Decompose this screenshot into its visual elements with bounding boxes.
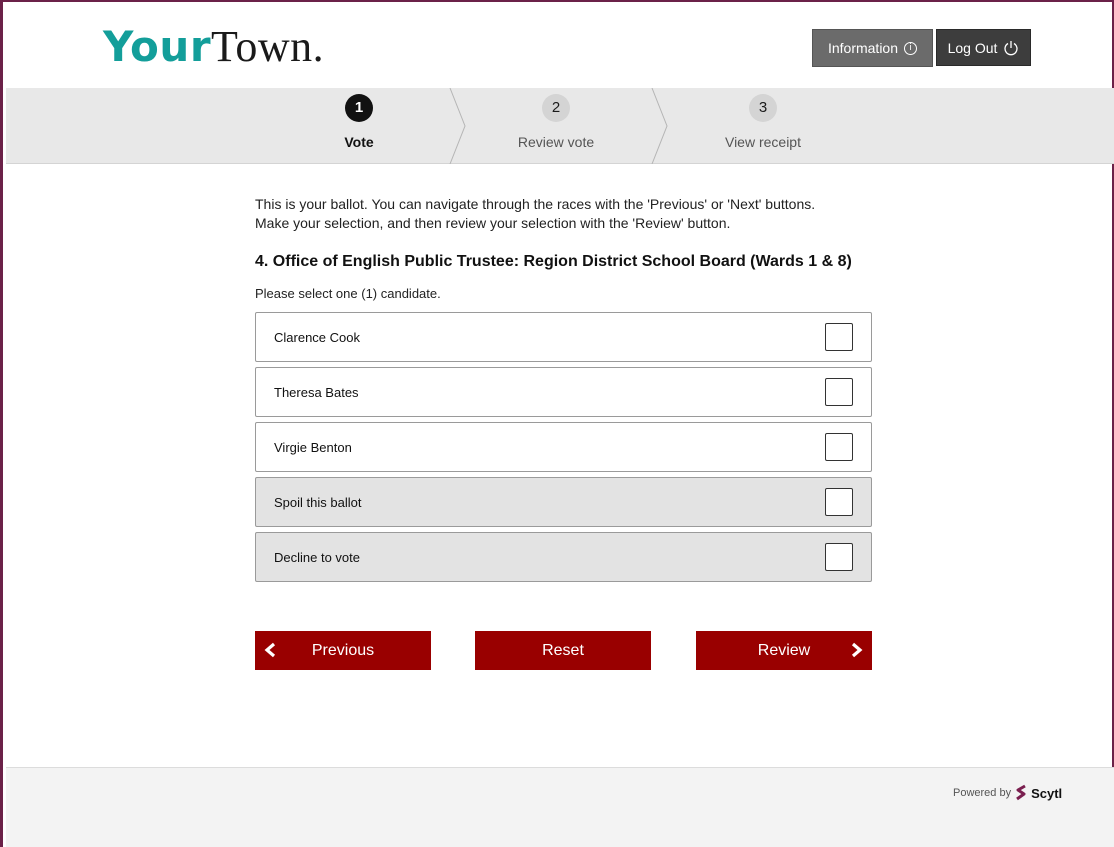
spoil-ballot-option[interactable]: Spoil this ballot: [255, 477, 872, 527]
information-button[interactable]: Information i: [812, 29, 933, 67]
step-divider-icon: [449, 88, 466, 164]
progress-stepper: 1 Vote 2 Review vote 3 View receipt: [6, 88, 1114, 164]
candidate-checkbox[interactable]: [825, 433, 853, 461]
yourtown-logo: YourTown.: [103, 22, 324, 72]
selection-instruction: Please select one (1) candidate.: [255, 286, 441, 301]
candidate-name: Theresa Bates: [274, 384, 359, 400]
candidate-option[interactable]: Clarence Cook: [255, 312, 872, 362]
candidate-checkbox[interactable]: [825, 323, 853, 351]
race-title: 4. Office of English Public Trustee: Reg…: [255, 253, 852, 270]
page-frame: YourTown. Information i Log Out 1 Vote 2…: [0, 0, 1114, 847]
step-vote: 1 Vote: [269, 94, 449, 150]
logout-label: Log Out: [947, 39, 998, 56]
reset-label: Reset: [542, 641, 584, 659]
powered-by-label: Powered by: [953, 787, 1012, 799]
review-button[interactable]: Review: [696, 631, 872, 670]
previous-button[interactable]: Previous: [255, 631, 431, 670]
info-circle-icon: i: [904, 41, 918, 55]
intro-line: This is your ballot. You can navigate th…: [255, 196, 816, 212]
ballot-intro: This is your ballot. You can navigate th…: [255, 195, 895, 233]
logo-your-text: Your: [103, 22, 212, 71]
candidate-name: Clarence Cook: [274, 329, 360, 345]
logo-town-text: Town.: [211, 22, 325, 71]
step-label: View receipt: [724, 134, 801, 150]
step-number: 1: [345, 94, 373, 122]
step-label: Review vote: [517, 134, 595, 150]
decline-to-vote-option[interactable]: Decline to vote: [255, 532, 872, 582]
candidate-checkbox[interactable]: [825, 378, 853, 406]
candidate-option[interactable]: Virgie Benton: [255, 422, 872, 472]
step-divider-icon: [651, 88, 668, 164]
step-review-vote: 2 Review vote: [466, 94, 646, 150]
header: YourTown. Information i Log Out: [3, 2, 1113, 88]
step-label: Vote: [344, 134, 374, 150]
chevron-left-icon: [264, 642, 276, 658]
intro-line: Make your selection, and then review you…: [255, 215, 731, 231]
scytl-logo-icon: [1016, 784, 1026, 801]
information-label: Information: [827, 40, 899, 56]
previous-label: Previous: [311, 641, 375, 659]
decline-to-vote-checkbox[interactable]: [825, 543, 853, 571]
step-number: 2: [542, 94, 570, 122]
candidate-name: Virgie Benton: [274, 439, 352, 455]
footer: Powered by Scytl: [6, 767, 1114, 847]
reset-button[interactable]: Reset: [475, 631, 651, 670]
option-name: Decline to vote: [274, 549, 360, 565]
spoil-ballot-checkbox[interactable]: [825, 488, 853, 516]
powered-by: Powered by Scytl: [953, 784, 1062, 802]
power-icon: [1004, 40, 1019, 55]
scytl-brand: Scytl: [1031, 785, 1063, 801]
step-view-receipt: 3 View receipt: [673, 94, 853, 150]
candidate-option[interactable]: Theresa Bates: [255, 367, 872, 417]
option-name: Spoil this ballot: [274, 494, 362, 510]
chevron-right-icon: [851, 642, 863, 658]
review-label: Review: [757, 641, 811, 659]
step-number: 3: [749, 94, 777, 122]
logout-button[interactable]: Log Out: [936, 29, 1031, 66]
